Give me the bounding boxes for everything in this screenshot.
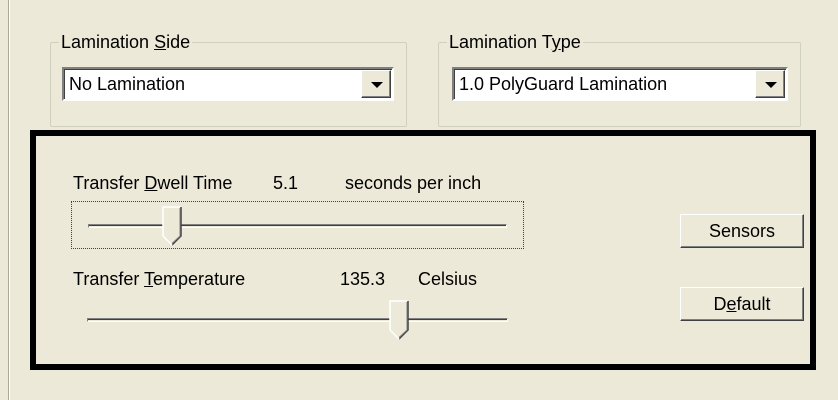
dwell-time-slider[interactable]: [71, 201, 524, 249]
temperature-slider[interactable]: [71, 296, 524, 344]
chevron-down-icon: [371, 82, 383, 88]
temperature-value: 135.3: [340, 269, 386, 289]
lamination-side-dropdown-button[interactable]: [361, 70, 391, 98]
dwell-time-label: Transfer Dwell Time: [73, 173, 233, 193]
dwell-time-slider-track: [88, 224, 507, 228]
dwell-time-value: 5.1: [273, 173, 299, 193]
lamination-type-legend: Lamination Type: [447, 31, 583, 53]
lamination-type-group: Lamination Type 1.0 PolyGuard Lamination: [438, 31, 801, 127]
temperature-slider-thumb[interactable]: [388, 300, 409, 340]
temperature-slider-track: [87, 318, 508, 322]
chevron-down-icon: [765, 82, 777, 88]
lamination-type-dropdown-button[interactable]: [755, 70, 785, 98]
sensors-button[interactable]: Sensors: [680, 214, 804, 248]
lamination-type-combobox[interactable]: 1.0 PolyGuard Lamination: [452, 67, 788, 101]
dwell-time-unit: seconds per inch: [345, 173, 482, 193]
temperature-label: Transfer Temperature: [73, 269, 246, 289]
lamination-side-legend: Lamination Side: [59, 31, 193, 53]
lamination-side-group: Lamination Side No Lamination: [50, 31, 407, 127]
lamination-settings-panel: Lamination Side No Lamination Lamination…: [0, 0, 838, 400]
lamination-type-value: 1.0 PolyGuard Lamination: [459, 74, 668, 94]
temperature-unit: Celsius: [418, 269, 478, 289]
panel-left-divider: [8, 0, 10, 400]
default-button[interactable]: Default: [680, 287, 804, 321]
dwell-time-slider-thumb[interactable]: [162, 206, 182, 246]
lamination-side-value: No Lamination: [69, 74, 186, 94]
lamination-side-combobox[interactable]: No Lamination: [62, 67, 394, 101]
